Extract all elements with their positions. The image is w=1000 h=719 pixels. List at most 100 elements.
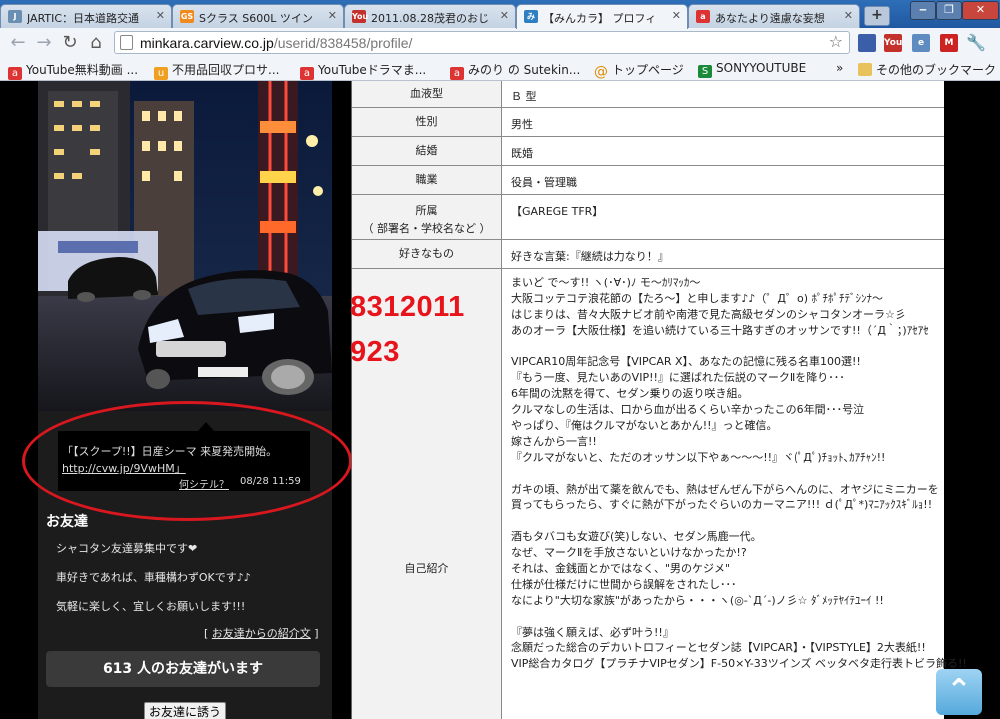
friend-count[interactable]: 613 人のお友達がいます xyxy=(46,651,320,687)
intro-line xyxy=(511,609,967,625)
close-window-button[interactable]: ✕ xyxy=(962,1,999,20)
profile-table: 血液型 Ｂ 型 性別 男性 結婚 既婚 職業 役員・管理職 所属 （ 部署名・学… xyxy=(351,81,967,719)
at-icon: @ xyxy=(594,64,608,80)
bookmark-star-icon[interactable]: ☆ xyxy=(829,32,843,51)
intro-line xyxy=(511,466,967,482)
profile-row: 好きなもの 好きな言葉:『継続は力なり！』 xyxy=(352,240,944,269)
other-bookmarks[interactable]: その他のブックマーク xyxy=(858,61,996,78)
intro-line: VIP総合カタログ【プラチナVIPセダン】F-50×Y-33ツインズ ベッタベタ… xyxy=(511,657,967,671)
row-key: 所属 （ 部署名・学校名など ） xyxy=(352,195,502,239)
intro-line: 仕様が仕様だけに世間から誤解をされたし･･･ xyxy=(511,577,737,591)
profile-row: 職業 役員・管理職 xyxy=(352,166,944,195)
gmail-icon[interactable]: M xyxy=(940,34,958,52)
row-value: 男性 xyxy=(511,118,533,131)
friends-text: 車好きであれば、車種構わずOKです♪♪ xyxy=(56,571,251,584)
row-key: 職業 xyxy=(352,166,502,194)
row-key: 結婚 xyxy=(352,137,502,165)
ameba-icon: a xyxy=(300,67,314,80)
bookmarks-bar: a YouTube無料動画 ... u 不用品回収プロサ... a YouTubeドラ… xyxy=(0,58,1000,81)
address-bar[interactable]: minkara.carview.co.jp/userid/838458/prof… xyxy=(114,31,850,54)
row-key: 好きなもの xyxy=(352,240,502,268)
row-key: 性別 xyxy=(352,108,502,136)
browser-tab[interactable]: You 2011.08.28茂君のおじ ✕ xyxy=(344,4,516,28)
intro-line: やっぱり、『俺はクルマがないとあかん!!』っと確信。 xyxy=(511,419,778,433)
row-key: 血液型 xyxy=(352,81,502,107)
intro-line: クルマなしの生活は、口から血が出るくらい辛かったこの6年間･･･号泣 xyxy=(511,403,865,417)
friends-heading: お友達 xyxy=(46,514,88,530)
intro-line: 大阪コッテコテ浪花節の【たろ～】と申します♪♪（゜Д゜o) ﾎﾟﾁﾎﾟﾁﾃﾞｼﾝ… xyxy=(511,291,883,305)
close-tab-icon[interactable]: ✕ xyxy=(500,9,509,22)
bookmark-item[interactable]: @ トップページ xyxy=(594,61,684,79)
minimize-button[interactable]: ‒ xyxy=(910,1,936,20)
friends-text: シャコタン友達募集中です❤ xyxy=(56,542,198,555)
bookmark-item[interactable]: a みのり の Sutekin... xyxy=(450,61,580,80)
close-tab-icon[interactable]: ✕ xyxy=(156,9,165,22)
intro-line: 『もう一度、見たいあのVIP!!』に選ばれた伝説のマークⅡを降り･･･ xyxy=(511,371,845,385)
minkara-icon: み xyxy=(524,10,538,23)
profile-row: 血液型 Ｂ 型 xyxy=(352,81,944,108)
youtube-icon: You xyxy=(352,10,369,23)
new-tab-button[interactable]: + xyxy=(864,6,890,26)
bookmark-item[interactable]: a YouTube無料動画 ... xyxy=(8,61,138,80)
close-tab-icon[interactable]: ✕ xyxy=(672,9,681,22)
extension-flag-icon[interactable] xyxy=(858,34,876,52)
profile-row: 性別 男性 xyxy=(352,108,944,137)
intro-line: ガキの頃、熱が出て薬を飲んでも、熱はぜんぜん下がらへんのに、オヤジにミニカーを xyxy=(511,482,939,496)
intro-line: なにより"大切な家族"があったから・・・ヽ(◎-`Д´-)ノ彡☆ ﾀﾞﾒｯﾃﾔｲ… xyxy=(511,593,884,607)
row-value: Ｂ 型 xyxy=(511,90,537,103)
row-value: 役員・管理職 xyxy=(511,176,577,189)
browser-tab[interactable]: J JARTIC：日本道路交通 ✕ xyxy=(0,4,172,28)
page-content: 「【スクープ!!】日産シーマ 来夏発売開始。 http://cvw.jp/9Vw… xyxy=(0,81,1000,719)
profile-row: 結婚 既婚 xyxy=(352,137,944,166)
intro-line: 念願だった総合のデカいトロフィーとセダン誌【VIPCAR】・【VIPSTYLE】… xyxy=(511,641,926,655)
intro-line: 『クルマがないと、ただのオッサン以下やぁ～～～!!』ヾ(ﾟДﾟ)ﾁｮｯﾄ､ｶｱﾁ… xyxy=(511,450,886,464)
intro-line: 買ってもらったら、すぐに熱が下がったぐらいのカーマニア!!! ｄ(ﾟДﾟ*)ﾏﾆ… xyxy=(511,498,933,512)
browser-tab[interactable]: a あなたより遠慮な妄想 ✕ xyxy=(688,4,860,28)
page-icon xyxy=(120,35,133,50)
row-value: 既婚 xyxy=(511,147,533,160)
folder-icon xyxy=(858,63,872,76)
url-text: minkara.carview.co.jp/userid/838458/prof… xyxy=(140,35,413,51)
profile-row-intro: 自己紹介 まいど で～す!! ヽ(･∀･)ﾉ モ～ｶﾘﾏｯｶ～ 大阪コッテコテ浪花… xyxy=(352,269,967,719)
red-highlight-circle xyxy=(22,401,352,521)
browser-tab[interactable]: GS Sクラス S600L ツイン ✕ xyxy=(172,4,344,28)
bookmark-item[interactable]: u 不用品回収プロサ... xyxy=(154,61,279,80)
intro-line: 6年間の沈黙を得て、セダン乗りの返り咲き組。 xyxy=(511,387,749,401)
home-icon[interactable]: ⌂ xyxy=(86,33,106,53)
friends-text: 気軽に楽しく、宜しくお願いします!!! xyxy=(56,600,246,613)
page-top-button[interactable]: ⌃ xyxy=(936,669,982,715)
tab-title: JARTIC：日本道路交通 xyxy=(27,12,140,25)
close-tab-icon[interactable]: ✕ xyxy=(844,9,853,22)
youtube-icon[interactable]: You xyxy=(884,34,902,52)
tab-title: あなたより遠慮な妄想 xyxy=(715,12,825,25)
gs-icon: GS xyxy=(180,10,194,23)
bookmark-item[interactable]: a YouTubeドラマま... xyxy=(300,61,426,80)
wrench-icon[interactable]: 🔧 xyxy=(966,34,986,52)
browser-tab-active[interactable]: み 【みんカラ】 プロフィ ✕ xyxy=(516,4,688,29)
browser-toolbar: ← → ↻ ⌂ minkara.carview.co.jp/userid/838… xyxy=(0,28,1000,58)
invite-friend-button[interactable]: お友達に誘う xyxy=(144,702,226,719)
extension-icon[interactable]: e xyxy=(912,34,930,52)
profile-photo[interactable] xyxy=(38,81,332,411)
bookmark-item[interactable]: S SONYYOUTUBE xyxy=(698,61,806,78)
tab-strip: J JARTIC：日本道路交通 ✕ GS Sクラス S600L ツイン ✕ Yo… xyxy=(0,0,1000,29)
friend-intro-link[interactable]: [ お友達からの紹介文 ] xyxy=(204,625,319,641)
intro-line: あのオーラ【大阪仕様】を追い続けている三十路すぎのオッサンです!!（´Д｀；)ｱ… xyxy=(511,323,929,337)
bookmark-favicon: u xyxy=(154,67,168,80)
close-tab-icon[interactable]: ✕ xyxy=(328,9,337,22)
forward-icon[interactable]: → xyxy=(34,33,54,53)
intro-line: まいど で～す!! ヽ(･∀･)ﾉ モ～ｶﾘﾏｯｶ～ xyxy=(511,276,701,289)
back-icon[interactable]: ← xyxy=(8,33,28,53)
red-number-line1: 8312011 xyxy=(350,291,465,323)
intro-line: はじまりは、昔々大阪ナビオ前や南港で見た高級セダンのシャコタンオーラ☆彡 xyxy=(511,307,906,321)
intro-line: 『夢は強く願えば、必ず叶う!!』 xyxy=(511,625,674,639)
tab-title: 2011.08.28茂君のおじ xyxy=(371,12,489,25)
maximize-button[interactable]: ❐ xyxy=(936,1,962,20)
reload-icon[interactable]: ↻ xyxy=(60,33,80,53)
intro-line xyxy=(511,339,967,355)
bookmarks-overflow[interactable]: » xyxy=(836,61,843,75)
profile-sidebar: 「【スクープ!!】日産シーマ 来夏発売開始。 http://cvw.jp/9Vw… xyxy=(38,81,332,719)
self-introduction: まいど で～す!! ヽ(･∀･)ﾉ モ～ｶﾘﾏｯｶ～ 大阪コッテコテ浪花節の【たろ… xyxy=(511,275,967,672)
tab-title: Sクラス S600L ツイン xyxy=(199,12,313,25)
row-value: 【GAREGE TFR】 xyxy=(511,205,604,218)
